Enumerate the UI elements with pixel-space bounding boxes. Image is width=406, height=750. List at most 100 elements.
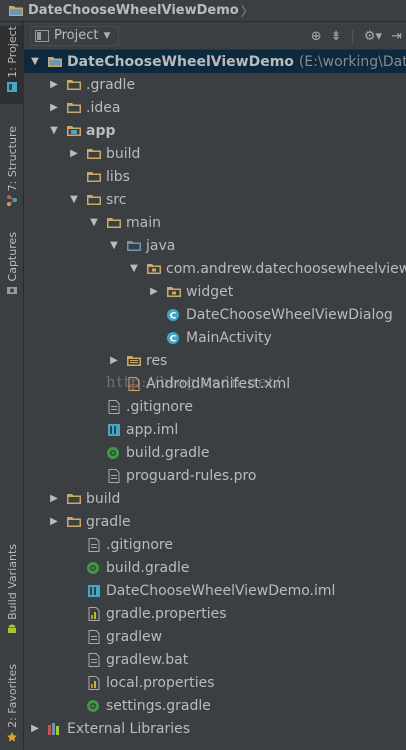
folder-icon: [86, 193, 102, 207]
collapsed-arrow-icon[interactable]: ▶: [48, 493, 60, 505]
build-variants-tool-label: Build Variants: [5, 544, 19, 620]
main-activity-file[interactable]: C MainActivity: [24, 326, 406, 349]
collapsed-arrow-icon[interactable]: ▶: [148, 286, 160, 298]
structure-tool-label: 7: Structure: [5, 126, 19, 192]
divider-icon: |: [350, 28, 355, 44]
tree-node-label: External Libraries: [67, 720, 190, 737]
tree-node-label: main: [126, 214, 161, 231]
root-node[interactable]: ▼ DateChooseWheelViewDemo(E:\working\Date…: [24, 50, 406, 73]
view-mode-dropdown[interactable]: Project ▼: [30, 25, 120, 46]
module-file-icon: [86, 584, 102, 598]
folder-icon: [66, 515, 82, 529]
expanded-arrow-icon[interactable]: ▼: [29, 56, 41, 68]
library-icon: [47, 722, 63, 736]
expanded-arrow-icon[interactable]: ▼: [88, 217, 100, 229]
idea-folder[interactable]: ▶ .idea: [24, 96, 406, 119]
app-iml-file[interactable]: app.iml: [24, 418, 406, 441]
root-gitignore-file[interactable]: .gitignore: [24, 533, 406, 556]
tree-node-label: widget: [186, 283, 234, 300]
tree-node-label: build.gradle: [126, 444, 210, 461]
root-gradle-folder[interactable]: ▶ gradle: [24, 510, 406, 533]
collapsed-arrow-icon[interactable]: ▶: [108, 355, 120, 367]
expanded-arrow-icon[interactable]: ▼: [108, 240, 120, 252]
app-gitignore-file[interactable]: .gitignore: [24, 395, 406, 418]
tree-node-label: com.andrew.datechoosewheelviewd: [166, 260, 406, 277]
project-tree: ▼ DateChooseWheelViewDemo(E:\working\Date…: [24, 50, 406, 750]
resource-folder-icon: [126, 354, 142, 368]
res-folder[interactable]: ▶ res: [24, 349, 406, 372]
text-file-icon: [86, 537, 102, 552]
collapsed-arrow-icon[interactable]: ▶: [68, 148, 80, 160]
project-tool-label: 1: Project: [5, 26, 19, 78]
favorites-tool-button[interactable]: 2: Favorites: [0, 664, 24, 750]
root-build-folder[interactable]: ▶ build: [24, 487, 406, 510]
tree-node-label: .gitignore: [106, 536, 173, 553]
module-file-icon: [106, 423, 122, 437]
tree-node-label: .gitignore: [126, 398, 193, 415]
tree-node-label: AndroidManifest.xml: [146, 375, 291, 392]
gradle-properties-file[interactable]: gradle.properties: [24, 602, 406, 625]
class-icon: C: [166, 308, 182, 322]
gradlew-bat-file[interactable]: gradlew.bat: [24, 648, 406, 671]
folder-icon: [86, 147, 102, 161]
package-icon: [166, 285, 182, 299]
src-folder[interactable]: ▼ src: [24, 188, 406, 211]
breadcrumb-separator: 〉: [240, 5, 254, 20]
libs-folder[interactable]: libs: [24, 165, 406, 188]
breadcrumb-project[interactable]: DateChooseWheelViewDemo: [28, 3, 239, 18]
hide-panel-icon[interactable]: ⇥: [391, 29, 402, 44]
settings-gradle-file[interactable]: settings.gradle: [24, 694, 406, 717]
collapsed-arrow-icon[interactable]: ▶: [48, 516, 60, 528]
captures-tool-label: Captures: [5, 232, 19, 282]
app-build-folder[interactable]: ▶ build: [24, 142, 406, 165]
gradlew-file[interactable]: gradlew: [24, 625, 406, 648]
folder-icon: [106, 216, 122, 230]
external-libraries-node[interactable]: ▶ External Libraries: [24, 717, 406, 740]
collapsed-arrow-icon[interactable]: ▶: [48, 79, 60, 91]
tree-node-label: src: [106, 191, 127, 208]
root-iml-file[interactable]: DateChooseWheelViewDemo.iml: [24, 579, 406, 602]
package-node[interactable]: ▼ com.andrew.datechoosewheelviewd: [24, 257, 406, 280]
app-module[interactable]: ▼ app: [24, 119, 406, 142]
collapsed-arrow-icon[interactable]: ▶: [48, 102, 60, 114]
expanded-arrow-icon[interactable]: ▼: [128, 263, 140, 275]
module-folder-icon: [66, 124, 82, 138]
widget-package[interactable]: ▶ widget: [24, 280, 406, 303]
manifest-file[interactable]: <> AndroidManifest.xml: [24, 372, 406, 395]
properties-file-icon: [86, 675, 102, 690]
build-variants-tool-button[interactable]: Build Variants: [0, 544, 24, 648]
local-properties-file[interactable]: local.properties: [24, 671, 406, 694]
gradle-icon: [86, 561, 102, 575]
project-panel-header: Project ▼ ⊕ ⇟ | ⚙▾ ⇥: [24, 22, 406, 50]
expanded-arrow-icon[interactable]: ▼: [48, 125, 60, 137]
text-file-icon: [86, 629, 102, 644]
root-build-gradle-file[interactable]: build.gradle: [24, 556, 406, 579]
structure-tool-button[interactable]: 7: Structure: [0, 126, 24, 218]
main-folder[interactable]: ▼ main: [24, 211, 406, 234]
gear-icon[interactable]: ⚙▾: [364, 29, 382, 44]
tool-window-stripe: 1: Project 7: Structure Captures Build V…: [0, 22, 24, 750]
tree-node-label: local.properties: [106, 674, 215, 691]
collapsed-arrow-icon[interactable]: ▶: [29, 723, 41, 735]
tree-node-label: build: [86, 490, 121, 507]
gradle-icon: [106, 446, 122, 460]
proguard-file[interactable]: proguard-rules.pro: [24, 464, 406, 487]
java-source-folder[interactable]: ▼ java: [24, 234, 406, 257]
dialog-class-file[interactable]: C DateChooseWheelViewDialog: [24, 303, 406, 326]
expanded-arrow-icon[interactable]: ▼: [68, 194, 80, 206]
tree-node-label: build: [106, 145, 141, 162]
target-icon[interactable]: ⊕: [311, 29, 322, 44]
project-icon: [47, 55, 63, 69]
project-path-hint: (E:\working\DateCh: [298, 53, 406, 70]
app-build-gradle-file[interactable]: build.gradle: [24, 441, 406, 464]
dot-gradle-folder[interactable]: ▶ .gradle: [24, 73, 406, 96]
project-view-icon: [35, 29, 49, 42]
properties-file-icon: [86, 606, 102, 621]
collapse-all-icon[interactable]: ⇟: [331, 29, 342, 44]
project-tool-button[interactable]: 1: Project: [0, 26, 24, 104]
captures-tool-button[interactable]: Captures: [0, 232, 24, 304]
gradle-icon: [86, 699, 102, 713]
tree-node-label: libs: [106, 168, 130, 185]
svg-text:<>: <>: [128, 382, 140, 390]
text-file-icon: [86, 652, 102, 667]
